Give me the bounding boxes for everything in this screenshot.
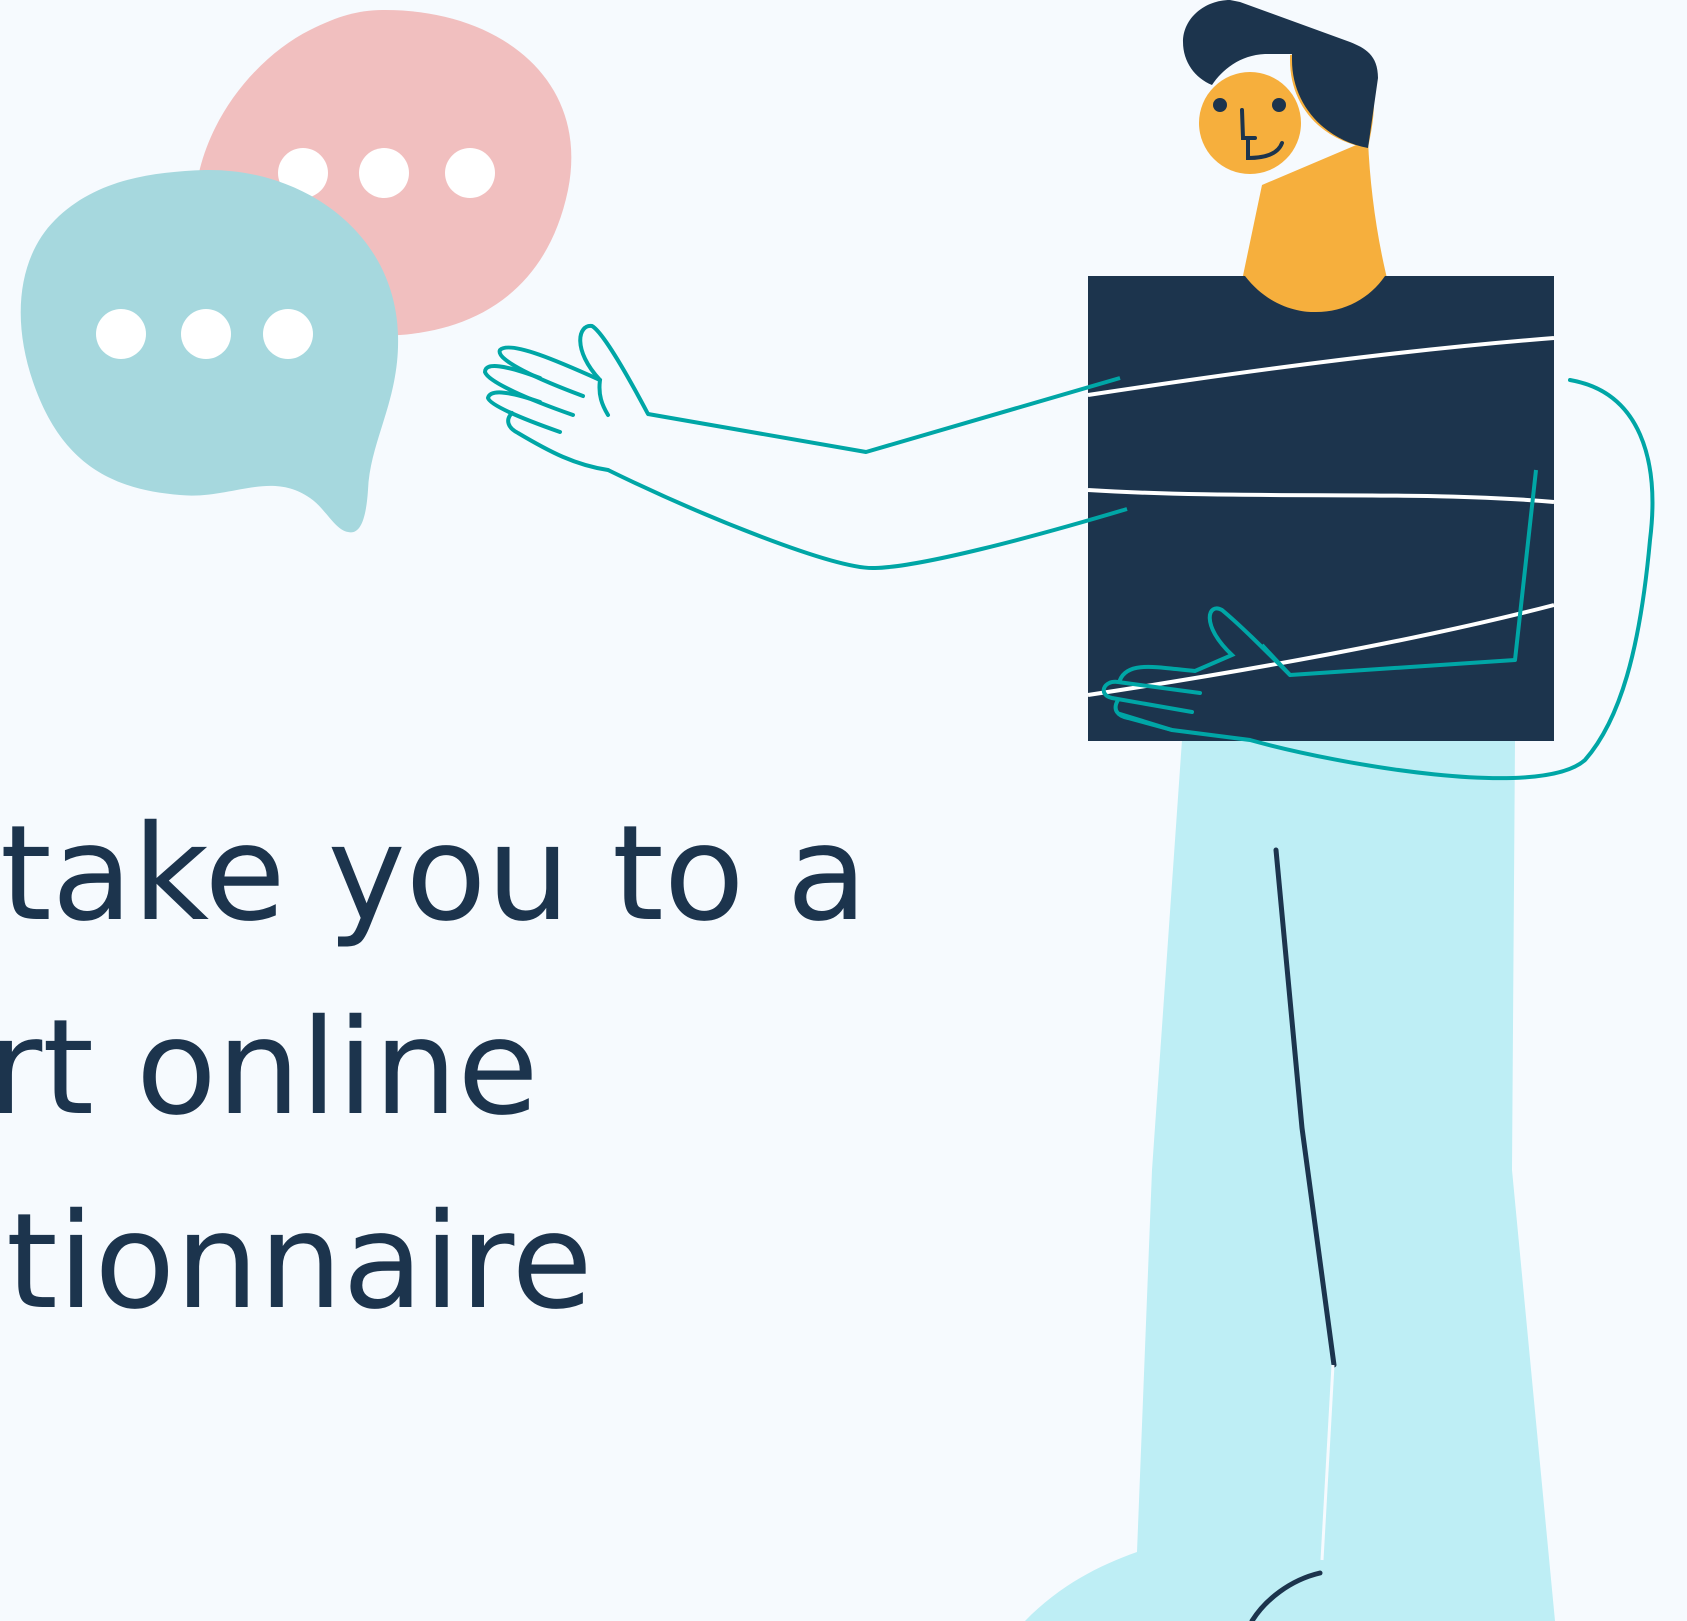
illustration-canvas: take you to a rt online tionnaire: [0, 0, 1687, 1621]
message-line-1: take you to a: [0, 797, 868, 951]
eye-icon: [1272, 98, 1286, 112]
message-line-3: tionnaire: [6, 1185, 593, 1339]
dot-icon: [263, 309, 313, 359]
eye-icon: [1213, 98, 1227, 112]
message-line-2: rt online: [0, 991, 539, 1145]
dot-icon: [96, 309, 146, 359]
dot-icon: [445, 148, 495, 198]
dot-icon: [181, 309, 231, 359]
dot-icon: [359, 148, 409, 198]
